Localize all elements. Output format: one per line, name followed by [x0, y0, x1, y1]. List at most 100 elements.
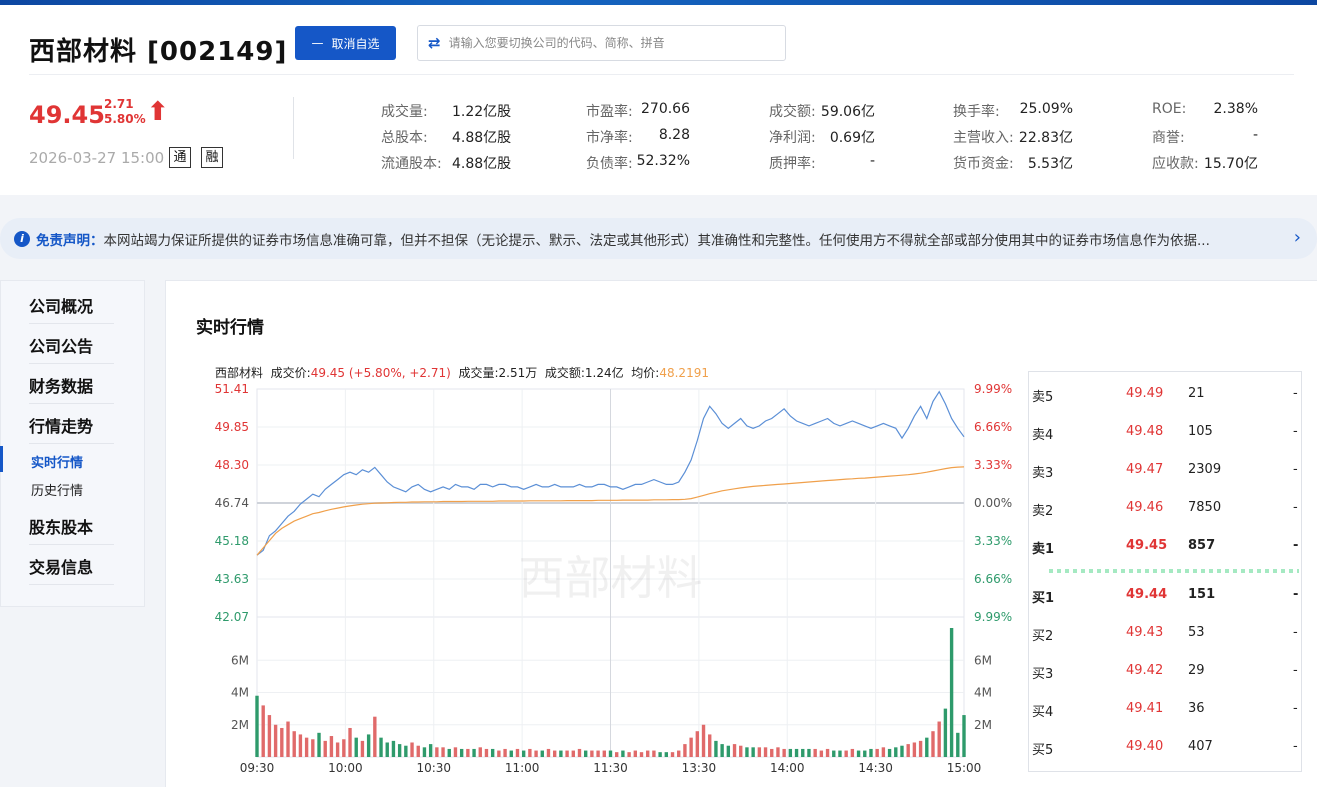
divider — [29, 74, 1294, 75]
volume-bar — [608, 750, 613, 757]
ask-extra: - — [1293, 538, 1299, 553]
ask-label: 卖4 — [1032, 428, 1054, 443]
nav-shareholders[interactable]: 股东股本 — [29, 514, 114, 545]
bid-extra: - — [1293, 739, 1298, 754]
y2-tick-label: 6.66% — [974, 420, 1012, 434]
volume-bar — [937, 721, 941, 757]
header-divider — [293, 97, 294, 159]
volume-bar — [590, 750, 594, 757]
volume-bar — [534, 750, 538, 757]
volume-bar — [776, 747, 780, 757]
volume-bar — [832, 750, 836, 757]
bid-row: 买1 49.44 151 - — [1029, 575, 1303, 613]
x-tick-label: 14:00 — [770, 761, 805, 775]
volume-bar — [360, 740, 365, 757]
volume-bar — [825, 748, 830, 757]
company-search[interactable]: ⇄ — [417, 25, 786, 61]
y2-tick-label: 9.99% — [974, 382, 1012, 396]
nav-financials[interactable]: 财务数据 — [29, 373, 114, 404]
bid-row: 买3 49.42 29 - — [1029, 651, 1303, 689]
ask-label: 卖3 — [1032, 466, 1054, 481]
bid-vol: 36 — [1188, 701, 1205, 716]
bid-label: 买3 — [1032, 667, 1054, 682]
volume-bar — [441, 747, 445, 757]
stat-label: 流通股本: — [381, 156, 442, 172]
volume-bar — [379, 737, 383, 757]
volume-bar — [807, 748, 811, 757]
stat-value: - — [869, 153, 875, 169]
quote-time: 2026-03-27 15:00 — [29, 149, 165, 167]
volume-bar — [559, 750, 563, 757]
volume-bar — [925, 737, 929, 757]
section-title: 实时行情 — [196, 318, 264, 338]
volume-bar — [509, 750, 513, 757]
volume-bar — [292, 731, 296, 757]
nav-trading-info[interactable]: 交易信息 — [29, 554, 114, 585]
ask-extra: - — [1293, 500, 1298, 515]
vol-tick-label: 6M — [231, 653, 249, 667]
volume-bar — [323, 740, 327, 757]
ask-vol: 21 — [1188, 386, 1205, 401]
y-tick-label: 45.18 — [215, 534, 249, 548]
stat-value: 2.38% — [1213, 101, 1258, 117]
remove-favorite-button[interactable]: — 取消自选 — [295, 26, 396, 60]
nav-market-trend[interactable]: 行情走势 — [29, 413, 114, 444]
disclaimer-title: 免责声明： — [36, 232, 104, 249]
volume-bar — [497, 750, 501, 757]
volume-bar — [546, 748, 551, 757]
bid-label: 买2 — [1032, 629, 1054, 644]
volume-bar — [652, 750, 656, 757]
ask-row: 卖3 49.47 2309 - — [1029, 450, 1303, 488]
volume-bar — [695, 731, 700, 757]
ask-row: 卖4 49.48 105 - — [1029, 412, 1303, 450]
bid-vol: 407 — [1188, 739, 1213, 754]
volume-bar — [416, 745, 420, 757]
volume-bar — [881, 747, 886, 757]
stat-value: 8.28 — [658, 127, 690, 143]
nav-company-overview[interactable]: 公司概况 — [29, 293, 114, 324]
disclaimer-bar[interactable]: i 免责声明： 本网站竭力保证所提供的证券市场信息准确可靠，但并不担保（无论提示… — [0, 218, 1317, 259]
stat-value: 0.69亿 — [829, 130, 875, 146]
chevron-right-icon[interactable]: › — [1294, 227, 1301, 248]
volume-bar — [329, 736, 334, 757]
volume-bar — [813, 748, 817, 757]
ask-vol: 857 — [1188, 538, 1216, 553]
volume-bar — [664, 752, 669, 757]
volume-bar — [726, 745, 731, 757]
nav-history-quote[interactable]: 历史行情 — [31, 480, 83, 499]
volume-bar — [267, 715, 272, 757]
volume-bar — [683, 744, 687, 757]
stat-label: 市净率: — [586, 130, 633, 146]
volume-bar — [962, 715, 966, 757]
nav-announcements[interactable]: 公司公告 — [29, 333, 114, 364]
volume-bar — [856, 750, 861, 757]
volume-bar — [354, 737, 358, 757]
bid-label: 买5 — [1032, 743, 1054, 758]
stat-value: 52.32% — [636, 153, 690, 169]
stat-label: 成交额: — [769, 104, 816, 120]
orderbook-divider — [1049, 569, 1299, 573]
volume-bar — [385, 742, 389, 757]
intraday-chart[interactable]: 51.41 49.85 48.30 46.74 45.18 43.63 42.07 9.99%… — [200, 378, 1020, 778]
margin-tag: 融 — [201, 147, 223, 168]
volume-bar — [627, 752, 631, 757]
ask-row: 卖2 49.46 7850 - — [1029, 488, 1303, 526]
ask-extra: - — [1293, 424, 1298, 439]
ask-vol: 2309 — [1188, 462, 1222, 477]
up-arrow-icon: ⬆ — [147, 97, 169, 127]
volume-bar — [739, 745, 743, 757]
ask-vol: 7850 — [1188, 500, 1222, 515]
volume-bar — [850, 748, 855, 757]
stat-value: 25.09% — [1019, 101, 1073, 117]
stat-label: 负债率: — [586, 156, 633, 172]
current-price: 49.45 — [29, 101, 105, 129]
nav-realtime-quote[interactable]: 实时行情 — [31, 452, 83, 471]
ask-price: 49.48 — [1126, 424, 1164, 439]
company-search-input[interactable] — [448, 36, 769, 50]
stat-value: 4.88亿股 — [452, 130, 512, 146]
y2-tick-label: 6.66% — [974, 572, 1012, 586]
volume-bar — [788, 748, 793, 757]
volume-bar — [763, 747, 768, 757]
watermark: 西部材料 — [519, 551, 703, 605]
volume-bar — [366, 734, 371, 757]
